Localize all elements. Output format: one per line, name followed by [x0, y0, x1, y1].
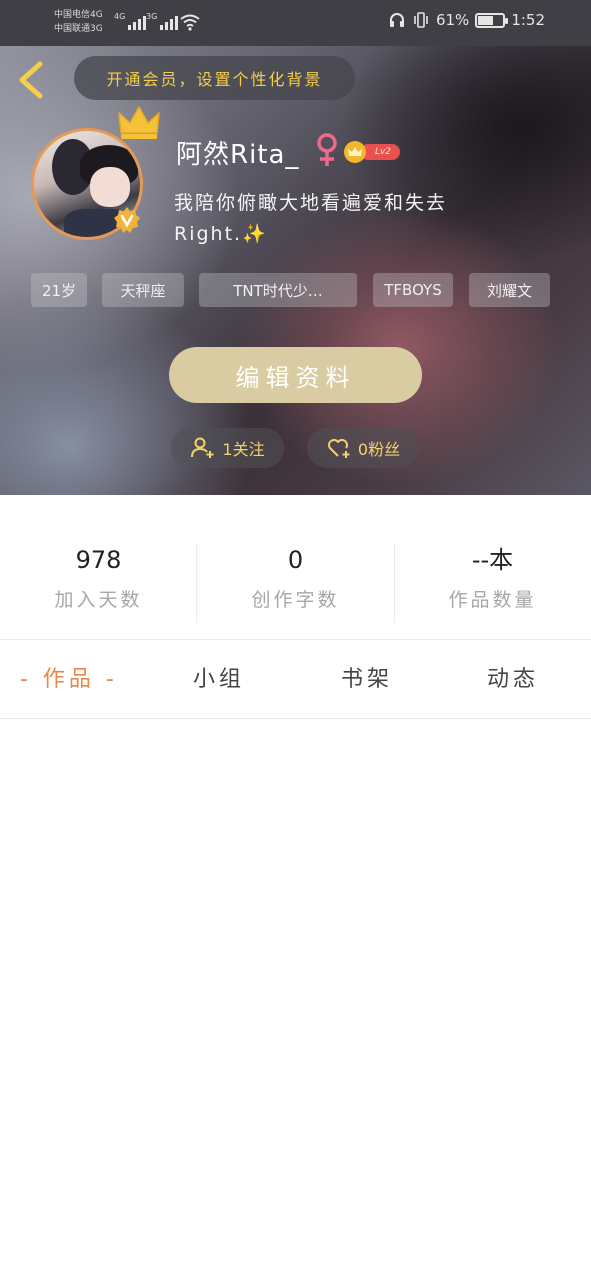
net-type-2: 3G — [146, 12, 158, 21]
stat-value: 978 — [75, 546, 122, 574]
tag-chip[interactable]: TNT时代少… — [199, 273, 357, 307]
tab-works[interactable]: - 作品 - — [20, 661, 118, 693]
sparkles-icon: ✨ — [242, 223, 268, 245]
tab-activity[interactable]: 动态 — [487, 661, 539, 693]
tag-chip[interactable]: 刘耀文 — [469, 273, 550, 307]
fans-button[interactable]: 0粉丝 — [307, 428, 419, 468]
carrier-info: 中国电信4G 中国联通3G — [54, 8, 103, 36]
stat-value: --本 — [471, 546, 514, 574]
level-label: Lv2 — [360, 144, 400, 160]
battery-fill — [478, 15, 494, 25]
crown-icon — [118, 106, 160, 139]
avatar-container[interactable] — [31, 106, 160, 240]
tab-bookshelf[interactable]: 书架 — [341, 661, 393, 693]
level-badge: Lv2 — [344, 141, 400, 163]
fans-count: 0粉丝 — [357, 440, 401, 459]
battery-icon — [475, 12, 509, 28]
bio: 我陪你俯瞰大地看遍爱和失去 Right.✨ — [174, 188, 554, 250]
stat-value: 0 — [287, 546, 304, 574]
edit-profile-button[interactable]: 编辑资料 — [169, 347, 422, 403]
stats-panel: 978 加入天数 0 创作字数 --本 作品数量 — [0, 495, 591, 640]
following-button[interactable]: 1关注 — [171, 428, 284, 468]
user-add-icon — [191, 437, 214, 458]
female-gender-icon — [317, 133, 337, 166]
level-crown-icon — [344, 141, 366, 163]
carrier-2: 中国联通3G — [54, 24, 103, 34]
tag-chip[interactable]: 21岁 — [31, 273, 87, 307]
stat-days-joined: 978 加入天数 — [0, 543, 197, 612]
signal-icon-2: 3G — [146, 12, 179, 30]
carrier-1: 中国电信4G — [54, 10, 103, 20]
back-button[interactable] — [14, 58, 48, 102]
signal-icon: 4G — [114, 12, 147, 30]
status-time: 1:52 — [511, 11, 545, 29]
verified-v-icon — [114, 207, 140, 233]
stat-works-count: --本 作品数量 — [394, 543, 591, 612]
status-right: 61% 1:52 — [388, 11, 545, 29]
profile-header: 开通会员，设置个性化背景 阿然Rita_ Lv2 我陪你俯瞰大地看遍爱和失去 R… — [0, 46, 591, 495]
tab-groups[interactable]: 小组 — [193, 661, 245, 693]
wifi-icon — [180, 14, 200, 31]
net-type-1: 4G — [114, 12, 126, 21]
tag-chip[interactable]: TFBOYS — [373, 273, 453, 307]
headphone-icon — [389, 13, 404, 27]
bio-line-1: 我陪你俯瞰大地看遍爱和失去 — [174, 192, 448, 214]
bio-line-2: Right. — [174, 223, 243, 245]
stat-label: 作品数量 — [448, 589, 537, 611]
stat-label: 加入天数 — [54, 589, 143, 611]
vip-banner[interactable]: 开通会员，设置个性化背景 — [74, 56, 355, 100]
battery-percent: 61% — [435, 11, 470, 29]
username: 阿然Rita_ — [176, 140, 300, 170]
tag-chip[interactable]: 天秤座 — [102, 273, 184, 307]
profile-tags: 21岁 天秤座 TNT时代少… TFBOYS 刘耀文 — [31, 273, 571, 307]
profile-tabs: - 作品 - 小组 书架 动态 — [0, 641, 591, 719]
tab-content-area — [0, 720, 591, 1280]
heart-plus-icon — [327, 439, 350, 458]
following-count: 1关注 — [222, 440, 265, 459]
status-bar: 中国电信4G 中国联通3G 4G 3G 61% 1:52 — [0, 0, 591, 46]
vibrate-icon — [414, 12, 428, 28]
stat-label: 创作字数 — [251, 589, 340, 611]
stat-words-written: 0 创作字数 — [197, 543, 394, 612]
